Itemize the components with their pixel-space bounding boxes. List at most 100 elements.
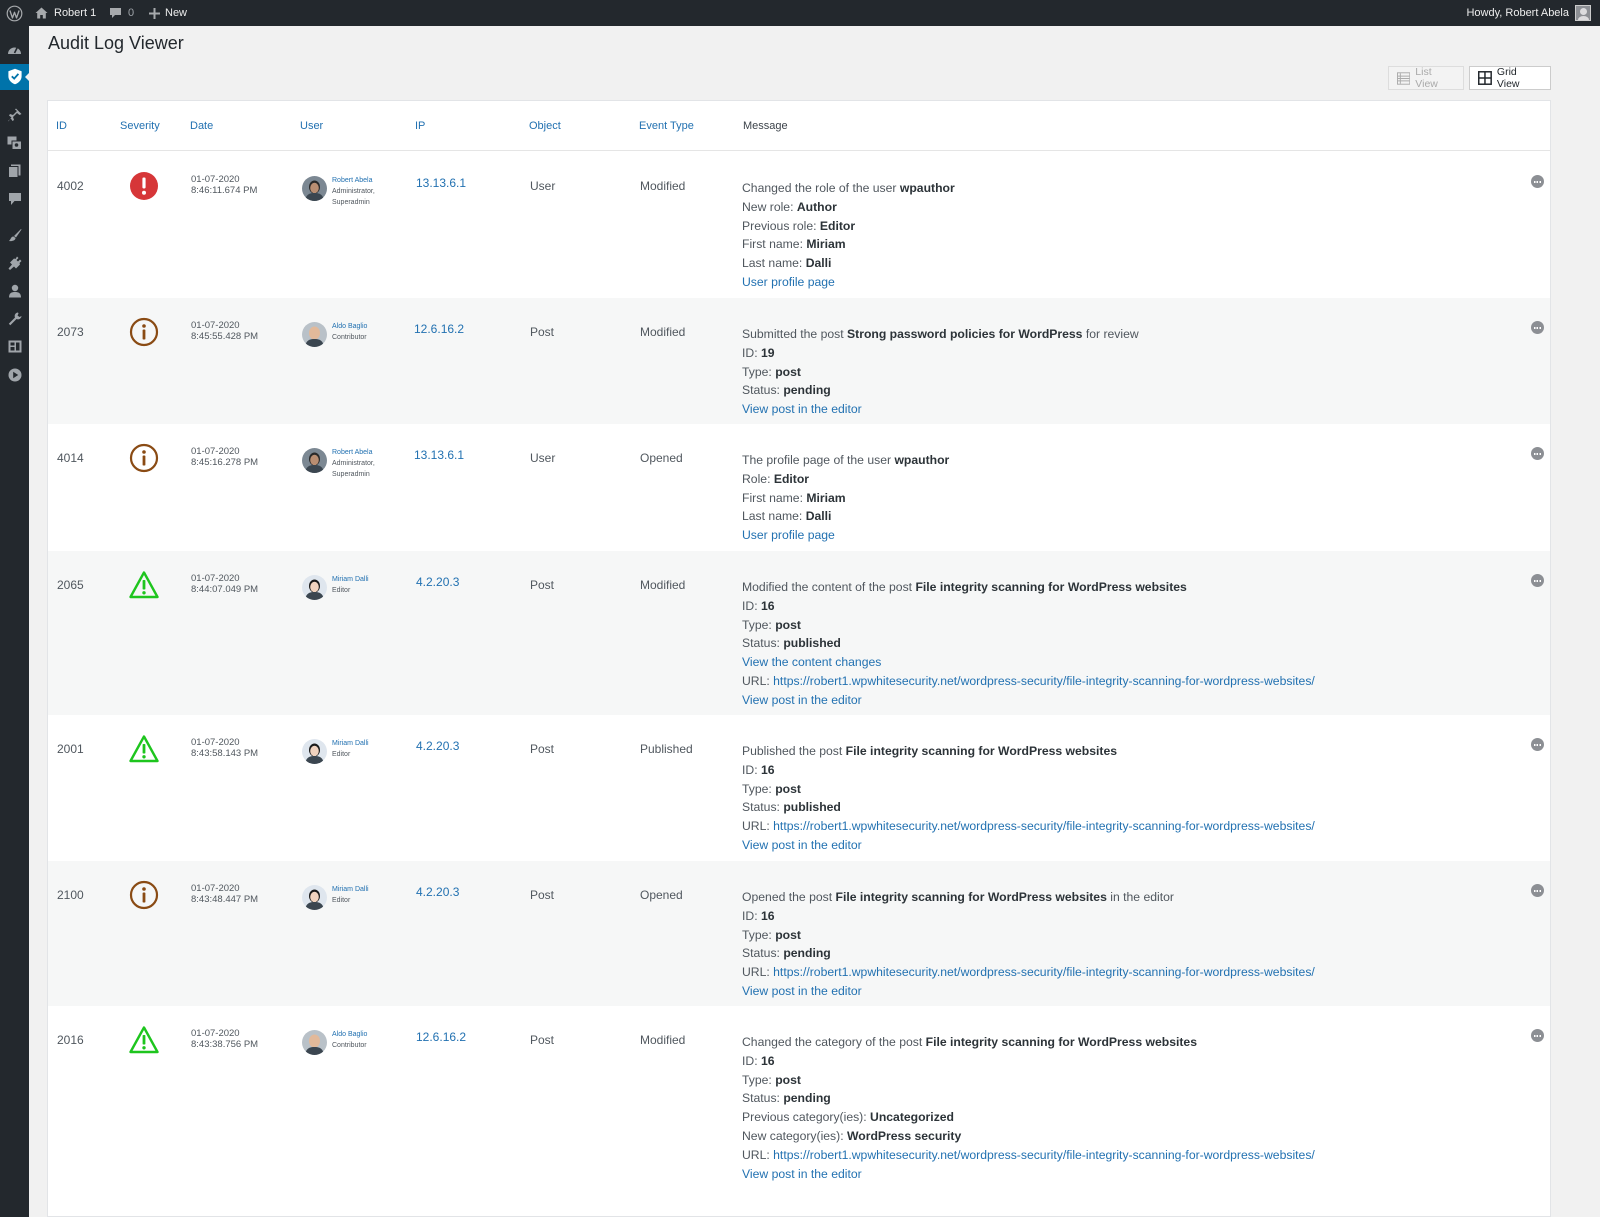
message-text: ID: [742,598,761,613]
more-options-icon[interactable] [1531,321,1544,334]
my-account-link[interactable]: Howdy, Robert Abela [1466,0,1591,26]
column-header-ip[interactable]: IP [415,120,425,132]
user-info: Miriam Dalli Editor [332,884,369,906]
list-view-label: List View [1415,66,1438,90]
user-role: Contributor [332,1042,367,1049]
grid-view-button[interactable]: Grid View [1469,66,1551,90]
user-name-link[interactable]: Robert Abela [332,447,375,458]
wp-security-audit-log-icon[interactable] [5,67,24,86]
message-url-link[interactable]: https://robert1.wpwhitesecurity.net/word… [773,965,1315,979]
event-date: 01-07-2020 8:44:07.049 PM [191,573,258,595]
message-text: Status: [742,383,784,398]
appearance-icon[interactable] [5,225,24,244]
event-object: Post [530,888,555,902]
user-avatar [302,176,327,201]
message-line: First name: Miriam [742,235,955,254]
list-view-button[interactable]: List View [1388,66,1464,90]
column-header-object[interactable]: Object [529,120,561,132]
user-name-link[interactable]: Aldo Baglio [332,1029,367,1040]
message-link[interactable]: View post in the editor [742,693,862,707]
message-link[interactable]: User profile page [742,275,835,289]
message-link[interactable]: User profile page [742,528,835,542]
user-name-link[interactable]: Miriam Dalli [332,738,369,749]
more-options-icon[interactable] [1531,447,1544,460]
site-name-link[interactable]: Robert 1 [35,0,96,26]
message-value: Miriam [806,490,846,505]
event-date-time: 8:43:38.756 PM [191,1038,259,1050]
message-line: User profile page [742,273,955,292]
message-url-link[interactable]: https://robert1.wpwhitesecurity.net/word… [773,1148,1315,1162]
plugins-icon[interactable] [5,253,24,272]
users-icon[interactable] [5,281,24,300]
more-options-icon[interactable] [1531,1029,1544,1042]
message-link[interactable]: View the content changes [742,655,881,669]
message-link[interactable]: View post in the editor [742,838,862,852]
user-role: Administrator, [332,460,375,467]
media-icon[interactable] [5,133,24,152]
column-header-event-type[interactable]: Event Type [639,120,694,132]
message-line: Opened the post File integrity scanning … [742,888,1315,907]
event-date-day: 01-07-2020 [191,446,240,457]
grid-view-label: Grid View [1496,66,1520,90]
column-header-date[interactable]: Date [190,120,213,132]
tools-icon[interactable] [5,309,24,328]
user-name-link[interactable]: Aldo Baglio [332,321,367,332]
message-value: wpauthor [899,181,955,195]
more-options-icon[interactable] [1531,884,1544,897]
info-severity-icon [129,443,159,473]
ip-address-link[interactable]: 4.2.20.3 [416,885,459,899]
more-options-icon[interactable] [1531,175,1544,188]
posts-icon[interactable] [5,105,24,124]
ip-address-link[interactable]: 12.6.16.2 [416,1030,466,1044]
message-link[interactable]: View post in the editor [742,984,862,998]
message-value: 16 [760,908,775,923]
table-row: 2001 01-07-2020 8:43:58.143 PM Miriam Dalli… [48,715,1550,861]
message-text-suffix: for review [1082,327,1139,341]
user-name-link[interactable]: Miriam Dalli [332,574,369,585]
ip-address-link[interactable]: 4.2.20.3 [416,739,459,753]
collapse-menu-icon[interactable] [5,365,24,384]
dashboard-icon[interactable] [5,39,24,58]
comments-icon[interactable] [5,189,24,208]
new-content-link[interactable]: New [149,0,187,26]
user-name-link[interactable]: Robert Abela [332,175,375,186]
settings-icon[interactable] [5,337,24,356]
message-line: Changed the category of the post File in… [742,1033,1315,1052]
audit-log-table: ID Severity Date User IP Object Event Ty… [47,100,1551,1217]
message-line: URL: https://robert1.wpwhitesecurity.net… [742,963,1315,982]
column-header-id[interactable]: ID [56,120,67,132]
message-text: First name: [742,490,807,505]
event-type: Modified [640,1033,686,1047]
wordpress-logo-icon[interactable] [6,0,23,26]
user-name-link[interactable]: Miriam Dalli [332,884,369,895]
more-options-icon[interactable] [1531,574,1544,587]
message-text: Status: [742,636,784,651]
message-link[interactable]: View post in the editor [742,1167,862,1181]
user-info: Robert Abela Administrator, Superadmin [332,175,375,208]
pages-icon[interactable] [5,161,24,180]
message-line: Type: post [742,1071,1315,1090]
message-text: Type: [742,364,776,379]
message-link[interactable]: View post in the editor [742,402,862,416]
column-header-user[interactable]: User [300,120,323,132]
message-line: The profile page of the user wpauthor [742,451,949,470]
message-line: View post in the editor [742,400,1139,419]
message-value: File integrity scanning for WordPress we… [915,580,1187,594]
column-header-severity[interactable]: Severity [120,120,160,132]
message-line: View post in the editor [742,1165,1315,1184]
event-type: Modified [640,179,686,193]
comments-link[interactable]: 0 [109,0,134,26]
ip-address-link[interactable]: 4.2.20.3 [416,575,459,589]
event-object: Post [530,578,555,592]
ip-address-link[interactable]: 13.13.6.1 [414,448,464,462]
message-url-link[interactable]: https://robert1.wpwhitesecurity.net/word… [773,674,1315,688]
ip-address-link[interactable]: 12.6.16.2 [414,322,464,336]
message-text: Role: [742,471,774,486]
message-line: Previous role: Editor [742,217,955,236]
message-url-link[interactable]: https://robert1.wpwhitesecurity.net/word… [773,819,1315,833]
message-line: ID: 16 [742,907,1315,926]
message-value: pending [783,383,831,398]
more-options-icon[interactable] [1531,738,1544,751]
ip-address-link[interactable]: 13.13.6.1 [416,176,466,190]
message-text: URL: [742,819,774,834]
